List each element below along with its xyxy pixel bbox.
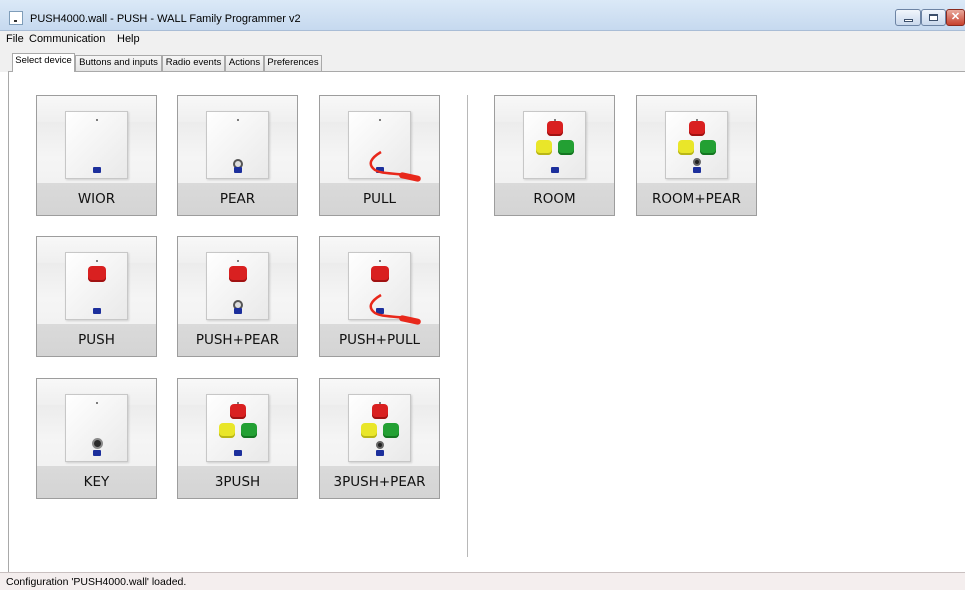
green-button-icon [700, 140, 716, 155]
red-button-icon [547, 121, 563, 136]
device-tile-pull[interactable]: PULL [319, 95, 440, 216]
logo-icon [93, 450, 101, 456]
green-button-icon [241, 423, 257, 438]
menu-bar: File Communication Help [0, 31, 965, 48]
device-tile-room-pear[interactable]: ROOM+PEAR [636, 95, 757, 216]
yellow-button-icon [219, 423, 235, 438]
tab-preferences[interactable]: Preferences [264, 55, 322, 71]
logo-icon [234, 167, 242, 173]
red-button-icon [230, 404, 246, 419]
pull-cord-icon [369, 293, 421, 325]
app-icon [9, 11, 23, 25]
device-tile-3push-pear[interactable]: 3PUSH+PEAR [319, 378, 440, 499]
minimize-icon [903, 18, 913, 22]
tab-radio-events[interactable]: Radio events [162, 55, 225, 71]
wall-plate-image [348, 394, 411, 462]
wall-plate-image [206, 111, 269, 179]
maximize-button[interactable] [921, 9, 946, 26]
logo-icon [93, 167, 101, 173]
device-tile-room[interactable]: ROOM [494, 95, 615, 216]
wall-plate-image [348, 111, 421, 182]
menu-communication[interactable]: Communication [29, 33, 105, 45]
window-title: PUSH4000.wall - PUSH - WALL Family Progr… [30, 13, 301, 25]
red-button-icon [88, 266, 106, 282]
red-button-icon [229, 266, 247, 282]
status-text: Configuration 'PUSH4000.wall' loaded. [6, 576, 187, 588]
device-tile-wior[interactable]: WIOR [36, 95, 157, 216]
yellow-button-icon [678, 140, 694, 155]
pull-cord-icon [369, 150, 421, 182]
title-bar: PUSH4000.wall - PUSH - WALL Family Progr… [0, 0, 965, 31]
wall-plate-image [665, 111, 728, 179]
device-label: PULL [362, 191, 397, 207]
wall-plate-image [65, 252, 128, 320]
tab-select-device[interactable]: Select device [12, 53, 75, 72]
device-label: 3PUSH [214, 474, 261, 490]
wall-plate-image [65, 111, 128, 179]
device-label: KEY [83, 474, 110, 490]
pear-jack-icon [693, 158, 701, 166]
device-label: ROOM [533, 191, 576, 207]
device-label: 3PUSH+PEAR [333, 474, 426, 490]
wall-plate-image [523, 111, 586, 179]
menu-help[interactable]: Help [117, 33, 140, 45]
logo-icon [234, 450, 242, 456]
yellow-button-icon [361, 423, 377, 438]
close-icon: ✕ [950, 11, 961, 23]
device-tile-3push[interactable]: 3PUSH [177, 378, 298, 499]
device-label: PUSH+PULL [338, 332, 421, 348]
status-bar: Configuration 'PUSH4000.wall' loaded. [0, 572, 965, 590]
yellow-button-icon [536, 140, 552, 155]
close-button[interactable]: ✕ [946, 9, 965, 26]
device-tile-push-pull[interactable]: PUSH+PULL [319, 236, 440, 357]
device-label: WIOR [77, 191, 116, 207]
tab-buttons-and-inputs[interactable]: Buttons and inputs [75, 55, 162, 71]
logo-icon [376, 450, 384, 456]
group-divider [467, 95, 468, 557]
logo-icon [551, 167, 559, 173]
maximize-icon [929, 14, 938, 21]
logo-icon [234, 308, 242, 314]
device-tile-pear[interactable]: PEAR [177, 95, 298, 216]
logo-icon [693, 167, 701, 173]
green-button-icon [558, 140, 574, 155]
wall-plate-image [206, 252, 269, 320]
minimize-button[interactable] [895, 9, 921, 26]
device-label: ROOM+PEAR [652, 191, 741, 207]
device-tile-key[interactable]: KEY [36, 378, 157, 499]
pear-jack-icon [376, 441, 384, 449]
red-button-icon [372, 404, 388, 419]
device-label: PEAR [219, 191, 256, 207]
logo-icon [93, 308, 101, 314]
wall-plate-image [348, 252, 421, 325]
device-tile-push-pear[interactable]: PUSH+PEAR [177, 236, 298, 357]
red-button-icon [689, 121, 705, 136]
green-button-icon [383, 423, 399, 438]
tab-strip: Select device Buttons and inputs Radio e… [0, 48, 965, 72]
device-label: PUSH+PEAR [195, 332, 280, 348]
device-tile-push[interactable]: PUSH [36, 236, 157, 357]
keyhole-icon [92, 438, 103, 449]
wall-plate-image [65, 394, 128, 462]
tab-actions[interactable]: Actions [225, 55, 264, 71]
wall-plate-image [206, 394, 269, 462]
menu-file[interactable]: File [6, 33, 24, 45]
device-label: PUSH [78, 332, 115, 348]
